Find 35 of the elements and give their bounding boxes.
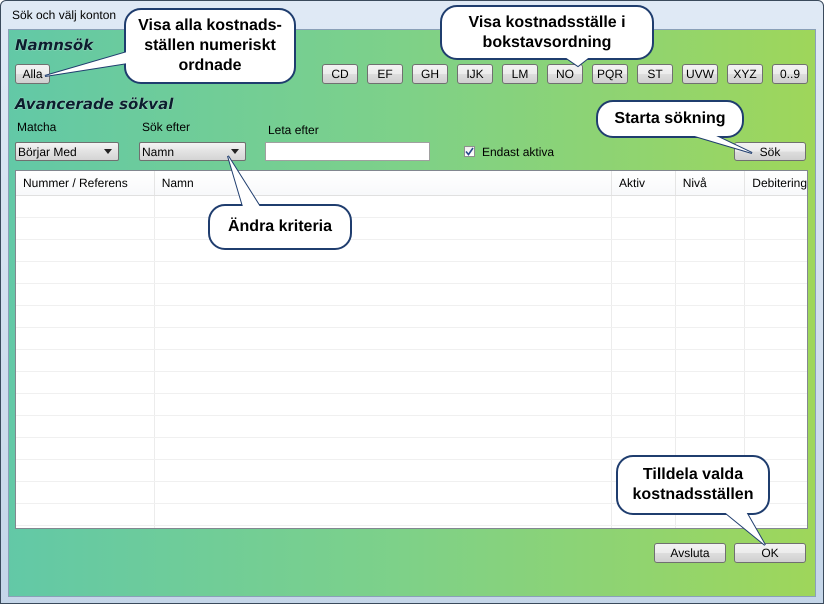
letter-filter-button[interactable]: 0..9	[772, 64, 808, 84]
close-button[interactable]: Avsluta	[654, 543, 726, 563]
show-all-button[interactable]: Alla	[15, 64, 50, 84]
letter-filter-button[interactable]: IJK	[457, 64, 493, 84]
checkbox-label: Endast aktiva	[482, 144, 554, 158]
letter-filter-button[interactable]: UVW	[682, 64, 718, 84]
field-label: Leta efter	[268, 123, 319, 137]
section-heading: Avancerade sökval	[15, 95, 174, 113]
letter-filter-button[interactable]: NO	[547, 64, 583, 84]
letter-filter-button[interactable]: ST	[637, 64, 673, 84]
ok-button[interactable]: OK	[734, 543, 806, 563]
window-title: Sök och välj konton	[12, 8, 116, 22]
letter-filter-button[interactable]: XYZ	[727, 64, 763, 84]
letter-filter-button[interactable]: GH	[412, 64, 448, 84]
letter-filter-button[interactable]: PQR	[592, 64, 628, 84]
section-heading: Namnsök	[15, 36, 94, 54]
callout-text: Tilldela valda kostnadsställen	[632, 465, 754, 505]
callout-text: Ändra kriteria	[228, 217, 332, 237]
callout-text: Visa kostnadsställe i bokstavsordning	[468, 12, 626, 52]
search-button[interactable]: Sök	[734, 142, 806, 161]
search-by-dropdown[interactable]: Namn	[139, 142, 246, 161]
field-label: Sök efter	[141, 120, 192, 134]
column-header[interactable]: Namn	[162, 176, 194, 190]
search-field[interactable]	[265, 142, 430, 161]
checkbox[interactable]	[464, 146, 475, 157]
letter-filter-button[interactable]: EF	[367, 64, 403, 84]
column-header[interactable]: Nivå	[682, 176, 707, 190]
letter-filter-button[interactable]: LM	[502, 64, 538, 84]
callout-text: Starta sökning	[614, 109, 726, 129]
field-label: Matcha	[16, 120, 58, 134]
letter-filter-button[interactable]: CD	[322, 64, 358, 84]
dropdown-arrow-icon	[104, 149, 112, 154]
dropdown-arrow-icon	[231, 149, 239, 154]
callout-text: Visa alla kostnads- ställen numeriskt ordnade	[138, 16, 282, 76]
match-dropdown[interactable]: Börjar Med	[15, 142, 119, 161]
